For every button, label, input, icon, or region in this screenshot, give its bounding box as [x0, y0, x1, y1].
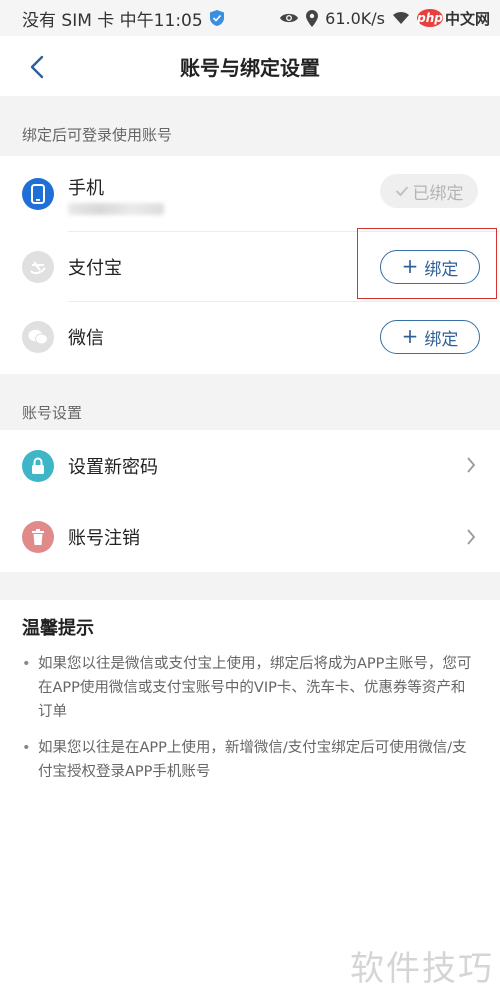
- cancel-account-label: 账号注销: [68, 528, 140, 549]
- nav-bar: 账号与绑定设置: [0, 36, 500, 96]
- set-password-label: 设置新密码: [68, 457, 158, 478]
- phone-bound-label: 已绑定: [412, 183, 464, 204]
- set-password-item[interactable]: 设置新密码: [0, 430, 500, 502]
- bind-wechat-button[interactable]: + 绑定: [380, 320, 480, 354]
- bind-wechat-label: 绑定: [424, 329, 459, 350]
- wechat-icon: [22, 321, 54, 353]
- binding-list: 手机 已绑定 支付宝 + 绑定 微信 + 绑定: [0, 156, 500, 374]
- alipay-title: 支付宝: [68, 258, 122, 279]
- watermark: 软件技巧: [350, 949, 494, 989]
- status-text: 没有 SIM 卡 中午11:05: [22, 10, 203, 31]
- shield-icon: [209, 9, 225, 27]
- cancel-account-item[interactable]: 账号注销: [0, 502, 500, 572]
- trash-icon: [22, 521, 54, 553]
- account-section-header: 账号设置: [0, 374, 500, 430]
- phone-icon: [22, 178, 54, 210]
- network-speed: 61.0K/s: [325, 8, 385, 28]
- alipay-icon: [22, 251, 54, 283]
- bind-alipay-label: 绑定: [424, 259, 459, 280]
- tips-title: 温馨提示: [22, 618, 94, 639]
- plus-icon: +: [401, 254, 419, 278]
- chevron-right-icon: [467, 529, 476, 545]
- wifi-icon: [392, 11, 410, 25]
- phone-bound-badge: 已绑定: [380, 174, 478, 208]
- phone-info: 手机: [68, 174, 164, 215]
- status-right: 61.0K/s php 中文网: [279, 8, 490, 29]
- phone-number-masked: [68, 202, 164, 215]
- brand-php: php: [416, 9, 443, 27]
- lock-icon: [22, 450, 54, 482]
- tip-item: 如果您以往是在APP上使用，新增微信/支付宝绑定后可使用微信/支付宝授权登录AP…: [22, 736, 478, 784]
- account-section-label: 账号设置: [22, 404, 83, 422]
- page-title: 账号与绑定设置: [180, 55, 320, 80]
- brand-cn: 中文网: [444, 9, 490, 28]
- section-gap: [0, 572, 500, 600]
- check-icon: [395, 186, 408, 197]
- eye-icon: [279, 11, 299, 25]
- phone-title: 手机: [68, 177, 104, 199]
- bind-alipay-button[interactable]: + 绑定: [380, 250, 480, 284]
- list-item-wechat: 微信 + 绑定: [0, 302, 500, 372]
- location-icon: [306, 9, 319, 27]
- binding-section-header: 绑定后可登录使用账号: [0, 96, 500, 156]
- binding-section-label: 绑定后可登录使用账号: [22, 126, 173, 144]
- account-settings-list: 设置新密码 账号注销: [0, 430, 500, 572]
- tip-item: 如果您以往是微信或支付宝上使用，绑定后将成为APP主账号，您可在APP使用微信或…: [22, 652, 478, 724]
- list-item-phone: 手机 已绑定: [0, 156, 500, 232]
- plus-icon: +: [401, 324, 419, 348]
- status-bar: 没有 SIM 卡 中午11:05 61.0K/s php 中文网: [0, 0, 500, 36]
- chevron-left-icon: [30, 55, 44, 79]
- status-left: 没有 SIM 卡 中午11:05: [22, 6, 225, 31]
- wechat-title: 微信: [68, 328, 104, 349]
- list-item-alipay: 支付宝 + 绑定: [0, 232, 500, 302]
- chevron-right-icon: [467, 457, 476, 473]
- tips-section: 温馨提示 如果您以往是微信或支付宝上使用，绑定后将成为APP主账号，您可在APP…: [0, 600, 500, 784]
- brand-logo: php 中文网: [416, 8, 490, 29]
- back-button[interactable]: [22, 52, 52, 82]
